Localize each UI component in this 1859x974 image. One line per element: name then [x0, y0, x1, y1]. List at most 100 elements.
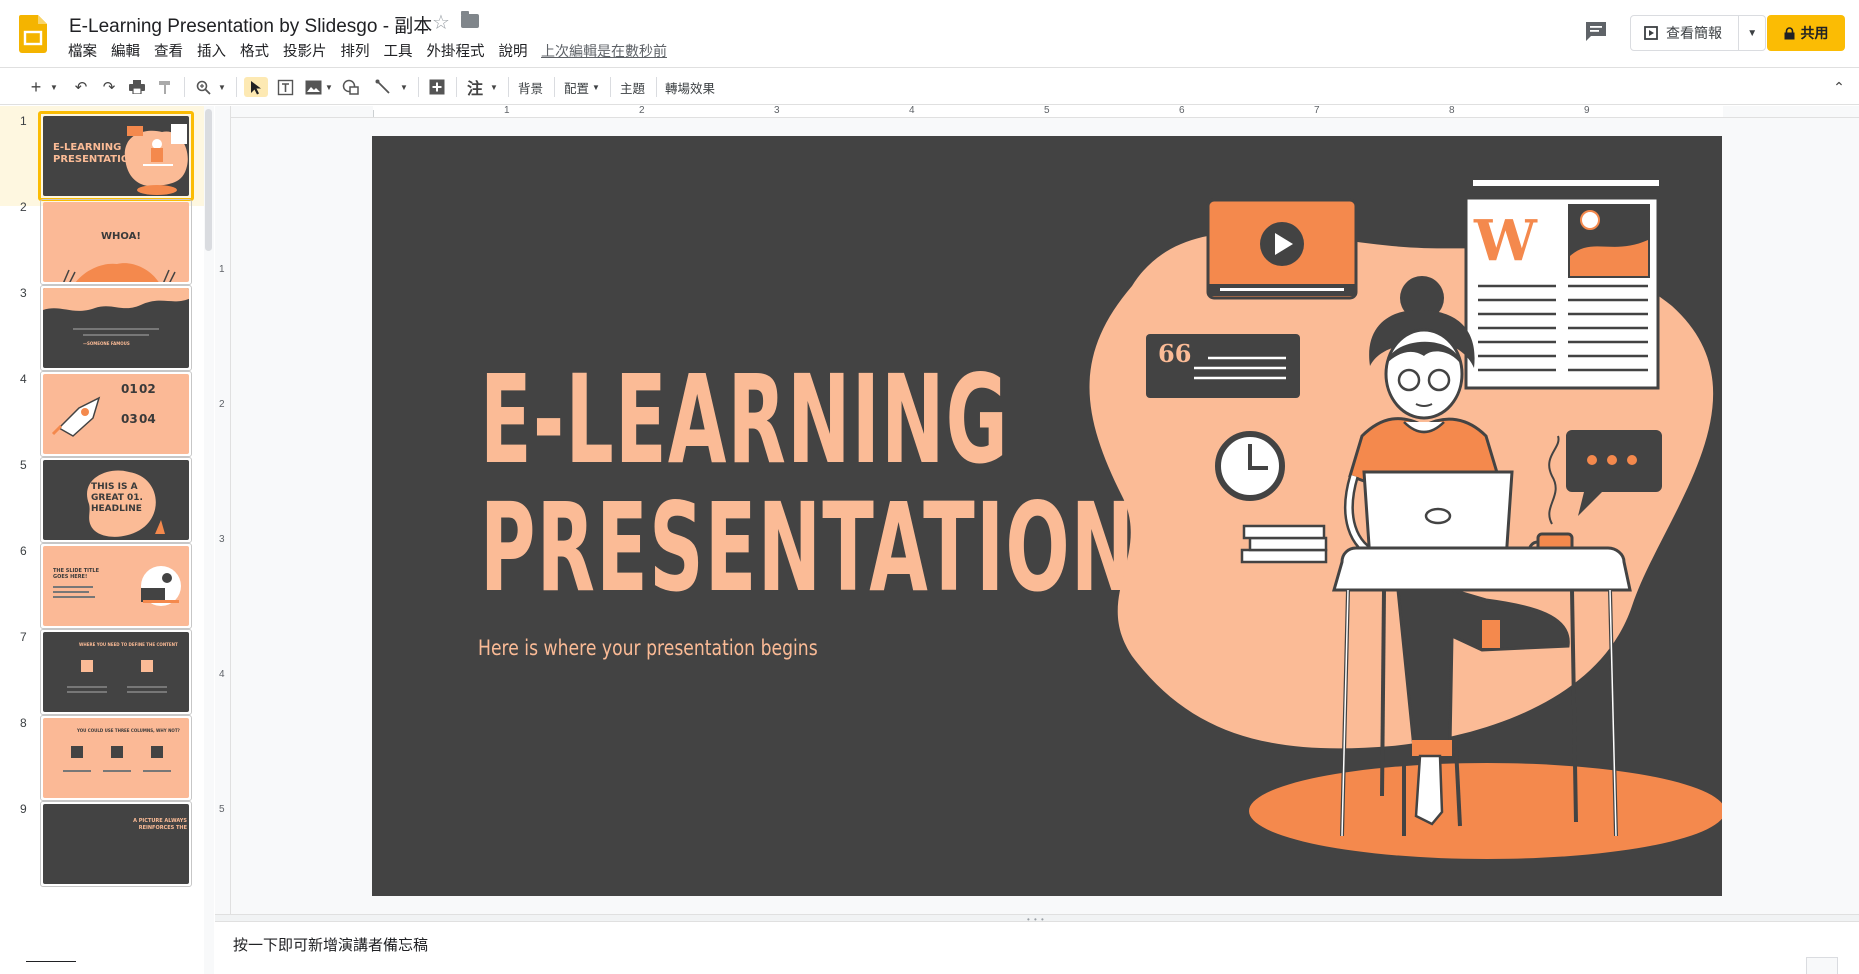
speaker-notes-placeholder[interactable]: 按一下即可新增演講者備忘稿 [233, 934, 428, 955]
slide-subtitle[interactable]: Here is where your presentation begins [478, 636, 818, 660]
slide-number: 3 [20, 286, 27, 300]
menu-arrange[interactable]: 排列 [341, 40, 377, 61]
new-slide-icon[interactable]: + [24, 77, 48, 97]
slide-thumbnail[interactable]: A PICTURE ALWAYS REINFORCES THE [40, 801, 192, 887]
present-dropdown-icon[interactable]: ▼ [1739, 28, 1765, 39]
slide-number: 8 [20, 716, 27, 730]
thumb-number-02: 02 [139, 382, 156, 396]
explore-button[interactable] [1806, 957, 1838, 974]
speaker-notes-icon[interactable]: 注 [464, 77, 486, 98]
insert-comment-icon[interactable] [426, 77, 448, 97]
filmstrip-item-7[interactable]: 7 WHERE YOU NEED TO DEFINE THE CONTENT [0, 622, 204, 722]
header: E-Learning Presentation by Slidesgo - 副本… [0, 0, 1859, 66]
paint-format-icon[interactable] [154, 77, 176, 97]
filmstrip-item-5[interactable]: 5 THIS IS A GREAT 01. HEADLINE [0, 450, 204, 550]
thumb-caption: —SOMEONE FAMOUS [83, 341, 130, 346]
slide-title-line-1: E-LEARNING [480, 349, 1009, 491]
slide-title[interactable]: E-LEARNING PRESENTATION [480, 349, 1134, 612]
present-button: 查看簡報 ▼ [1630, 15, 1766, 51]
star-icon[interactable]: ☆ [432, 10, 450, 35]
slide-number: 6 [20, 544, 27, 558]
filmstrip-item-4[interactable]: 4 01 02 03 04 [0, 364, 204, 464]
folder-icon[interactable] [461, 11, 479, 28]
thumb-number-01: 01 [121, 382, 138, 396]
redo-icon[interactable]: ↷ [98, 77, 120, 97]
slide-thumbnail[interactable]: THE SLIDE TITLE GOES HERE! [40, 543, 192, 629]
menu-help[interactable]: 說明 [499, 40, 535, 61]
slide-number: 7 [20, 630, 27, 644]
line-icon[interactable] [372, 77, 394, 97]
transition-button[interactable]: 轉場效果 [665, 77, 715, 97]
menu-insert[interactable]: 插入 [197, 40, 233, 61]
present-main-button[interactable]: 查看簡報 [1631, 16, 1740, 50]
e-learning-illustration[interactable]: W 66 [1012, 136, 1722, 896]
slide-canvas[interactable]: E-LEARNING PRESENTATION Here is where yo… [372, 136, 1722, 896]
layout-button[interactable]: 配置 ▼ [564, 77, 600, 97]
slide-thumbnail[interactable]: WHOA! [40, 199, 192, 285]
background-button[interactable]: 背景 [518, 77, 543, 97]
menu-addons[interactable]: 外掛程式 [427, 40, 492, 61]
menu-file[interactable]: 檔案 [68, 40, 104, 61]
menu-bar: 檔案 編輯 查看 插入 格式 投影片 排列 工具 外掛程式 說明 [68, 40, 542, 61]
slides-app: E-Learning Presentation by Slidesgo - 副本… [0, 0, 1859, 974]
line-dropdown-icon[interactable]: ▼ [398, 77, 410, 97]
filmstrip-scrollbar[interactable] [205, 109, 212, 251]
menu-edit[interactable]: 編輯 [111, 40, 147, 61]
ruler-number: 3 [774, 105, 780, 116]
menu-slide[interactable]: 投影片 [283, 40, 334, 61]
filmstrip: 1 E-LEARNING PRESENTATION 2 WHOA! 3 —SOM… [0, 106, 214, 974]
menu-format[interactable]: 格式 [240, 40, 276, 61]
filmstrip-item-3[interactable]: 3 —SOMEONE FAMOUS [0, 278, 204, 378]
filmstrip-item-8[interactable]: 8 YOU COULD USE THREE COLUMNS, WHY NOT? [0, 708, 204, 808]
slide-thumbnail[interactable]: —SOMEONE FAMOUS [40, 285, 192, 371]
slide-thumbnail[interactable]: WHERE YOU NEED TO DEFINE THE CONTENT [40, 629, 192, 715]
filmstrip-item-2[interactable]: 2 WHOA! [0, 192, 204, 292]
new-slide-dropdown-icon[interactable]: ▼ [48, 77, 60, 97]
share-button[interactable]: 共用 [1767, 15, 1845, 51]
thumb-title: WHOA! [101, 231, 141, 242]
thumb-title: YOU COULD USE THREE COLUMNS, WHY NOT? [77, 728, 180, 733]
document-title[interactable]: E-Learning Presentation by Slidesgo - 副本 [69, 11, 432, 38]
speaker-notes-panel[interactable]: 按一下即可新增演講者備忘稿 [215, 922, 1859, 974]
ruler-number: 2 [219, 399, 225, 410]
slide-number: 4 [20, 372, 27, 386]
filmstrip-item-1[interactable]: 1 E-LEARNING PRESENTATION [0, 106, 204, 206]
undo-icon[interactable]: ↶ [70, 77, 92, 97]
ruler-number: 7 [1314, 105, 1320, 116]
zoom-dropdown-icon[interactable]: ▼ [216, 77, 228, 97]
ruler-number: 1 [219, 264, 225, 275]
thumb-number-03: 03 [121, 412, 138, 426]
text-box-icon[interactable] [274, 77, 296, 97]
collapse-toolbar-icon[interactable]: ⌃ [1828, 77, 1850, 97]
thumb-title: THIS IS A GREAT 01. HEADLINE [91, 482, 143, 514]
image-dropdown-icon[interactable]: ▼ [324, 77, 334, 97]
wiki-letter: W [1473, 208, 1538, 274]
ruler-number: 8 [1449, 105, 1455, 116]
shape-icon[interactable] [340, 77, 362, 97]
image-icon[interactable] [302, 77, 324, 97]
theme-button[interactable]: 主題 [620, 77, 645, 97]
vertical-ruler[interactable]: 1 2 3 4 5 [215, 106, 231, 914]
zoom-icon[interactable] [192, 77, 214, 97]
notes-dropdown-icon[interactable]: ▼ [488, 77, 500, 97]
menu-tools[interactable]: 工具 [384, 40, 420, 61]
horizontal-ruler[interactable]: 1 2 3 4 5 6 7 8 9 [231, 105, 1859, 118]
thumb-illustration [141, 566, 181, 606]
present-icon [1644, 26, 1658, 40]
print-icon[interactable] [126, 77, 148, 97]
menu-view[interactable]: 查看 [154, 40, 190, 61]
filmstrip-item-6[interactable]: 6 THE SLIDE TITLE GOES HERE! [0, 536, 204, 636]
slide-thumbnail[interactable]: E-LEARNING PRESENTATION [38, 111, 194, 201]
slide-thumbnail[interactable]: THIS IS A GREAT 01. HEADLINE [40, 457, 192, 543]
layout-dropdown-icon: ▼ [592, 82, 600, 92]
slide-number: 9 [20, 802, 27, 816]
slide-thumbnail[interactable]: YOU COULD USE THREE COLUMNS, WHY NOT? [40, 715, 192, 801]
slide-number: 1 [20, 114, 27, 128]
filmstrip-item-9[interactable]: 9 A PICTURE ALWAYS REINFORCES THE [0, 794, 204, 894]
slide-thumbnail[interactable]: 01 02 03 04 [40, 371, 192, 457]
last-edit-link[interactable]: 上次編輯是在數秒前 [541, 41, 667, 61]
slides-logo-icon[interactable] [19, 15, 47, 53]
thumb-title: WHERE YOU NEED TO DEFINE THE CONTENT [79, 642, 178, 647]
select-tool-icon[interactable] [244, 77, 268, 97]
comment-history-icon[interactable] [1584, 20, 1608, 42]
